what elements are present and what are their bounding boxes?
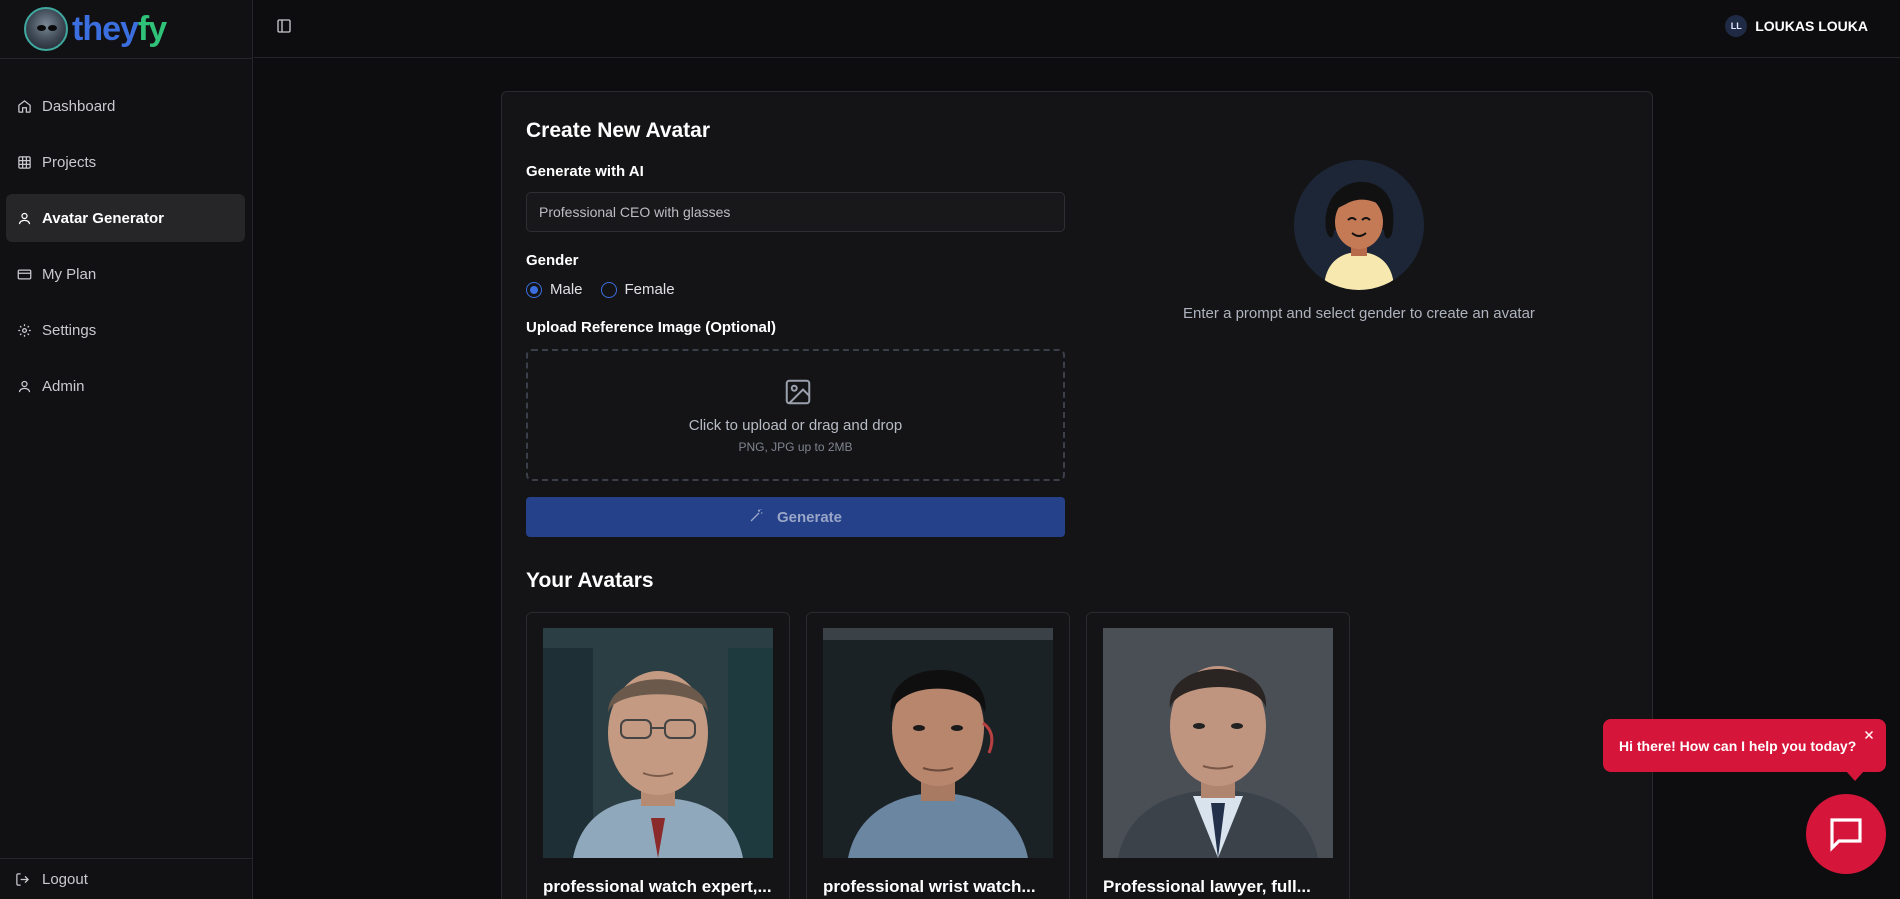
panel-left-icon [277, 19, 291, 33]
logout-icon [14, 871, 30, 887]
image-icon [783, 377, 813, 407]
gender-female-radio[interactable]: Female [600, 281, 675, 298]
gender-male-radio[interactable]: Male [526, 281, 583, 298]
prompt-input[interactable] [526, 192, 1065, 232]
gender-radio-group: Male Female [526, 281, 675, 298]
sidebar-item-label: Settings [42, 321, 97, 339]
grid-icon [16, 154, 32, 170]
robot-logo-icon [24, 7, 68, 51]
upload-dropzone[interactable]: Click to upload or drag and drop PNG, JP… [526, 349, 1065, 481]
sidebar-item-settings[interactable]: Settings [6, 306, 245, 354]
user-menu[interactable]: LL LOUKAS LOUKA [1725, 15, 1868, 37]
sidebar: theyfy Dashboard Projects Avatar Generat… [0, 0, 253, 899]
ai-prompt-label: Generate with AI [526, 163, 644, 180]
radio-label: Female [624, 281, 675, 298]
avatar-image [1103, 628, 1333, 858]
chat-greeting-bubble[interactable]: Hi there! How can I help you today? [1603, 719, 1886, 781]
radio-unchecked-icon [600, 281, 617, 298]
upload-label: Upload Reference Image (Optional) [526, 319, 777, 336]
user-icon [16, 210, 32, 226]
sidebar-nav: Dashboard Projects Avatar Generator My P… [6, 82, 245, 418]
preview-hint: Enter a prompt and select gender to crea… [1183, 305, 1535, 322]
sidebar-item-avatar-generator[interactable]: Avatar Generator [6, 194, 245, 242]
avatar-card[interactable]: professional wrist watch... [806, 612, 1070, 899]
avatar-preview-placeholder [1294, 160, 1424, 290]
generate-button[interactable]: Generate [526, 497, 1065, 537]
sidebar-item-admin[interactable]: Admin [6, 362, 245, 410]
chat-icon [1830, 818, 1862, 852]
generate-label: Generate [776, 508, 843, 526]
user-name: LOUKAS LOUKA [1755, 18, 1868, 34]
avatar-caption: Professional lawyer, full... [1103, 877, 1311, 896]
top-header: LL LOUKAS LOUKA [254, 0, 1900, 58]
credit-card-icon [16, 266, 32, 282]
create-avatar-card: Create New Avatar Generate with AI Gende… [501, 91, 1653, 899]
sidebar-item-projects[interactable]: Projects [6, 138, 245, 186]
upload-file-hint: PNG, JPG up to 2MB [738, 440, 853, 454]
upload-instructions: Click to upload or drag and drop [688, 417, 903, 434]
chat-message: Hi there! How can I help you today? [1619, 737, 1857, 754]
sidebar-item-label: Avatar Generator [42, 209, 164, 227]
sidebar-toggle-button[interactable] [276, 18, 296, 38]
logout-button[interactable]: Logout [0, 858, 253, 899]
app-logo[interactable]: theyfy [24, 5, 167, 53]
sidebar-item-label: Dashboard [42, 97, 116, 115]
gender-label: Gender [526, 252, 579, 269]
sidebar-divider [0, 58, 253, 59]
logo-text: theyfy [72, 9, 167, 48]
sidebar-item-label: Projects [42, 153, 97, 171]
sidebar-item-label: My Plan [42, 265, 97, 283]
radio-checked-icon [526, 281, 542, 298]
home-icon [16, 98, 32, 114]
avatar-image [823, 628, 1053, 858]
page-title: Create New Avatar [526, 119, 711, 142]
sidebar-item-label: Admin [42, 377, 85, 395]
chat-launcher-button[interactable] [1806, 794, 1886, 874]
avatar-card[interactable]: professional watch expert,... [526, 612, 790, 899]
sidebar-item-dashboard[interactable]: Dashboard [6, 82, 245, 130]
wand-icon [749, 507, 765, 527]
avatar-caption: professional watch expert,... [543, 877, 772, 896]
avatar-caption: professional wrist watch... [823, 877, 1036, 896]
radio-label: Male [550, 281, 583, 298]
user-icon [16, 378, 32, 394]
sidebar-item-my-plan[interactable]: My Plan [6, 250, 245, 298]
avatar: LL [1725, 15, 1748, 37]
logout-label: Logout [42, 870, 88, 888]
your-avatars-title: Your Avatars [526, 569, 654, 592]
close-icon[interactable] [1862, 728, 1876, 742]
gear-icon [16, 322, 32, 338]
avatar-card[interactable]: Professional lawyer, full... [1086, 612, 1350, 899]
avatar-image [543, 628, 773, 858]
